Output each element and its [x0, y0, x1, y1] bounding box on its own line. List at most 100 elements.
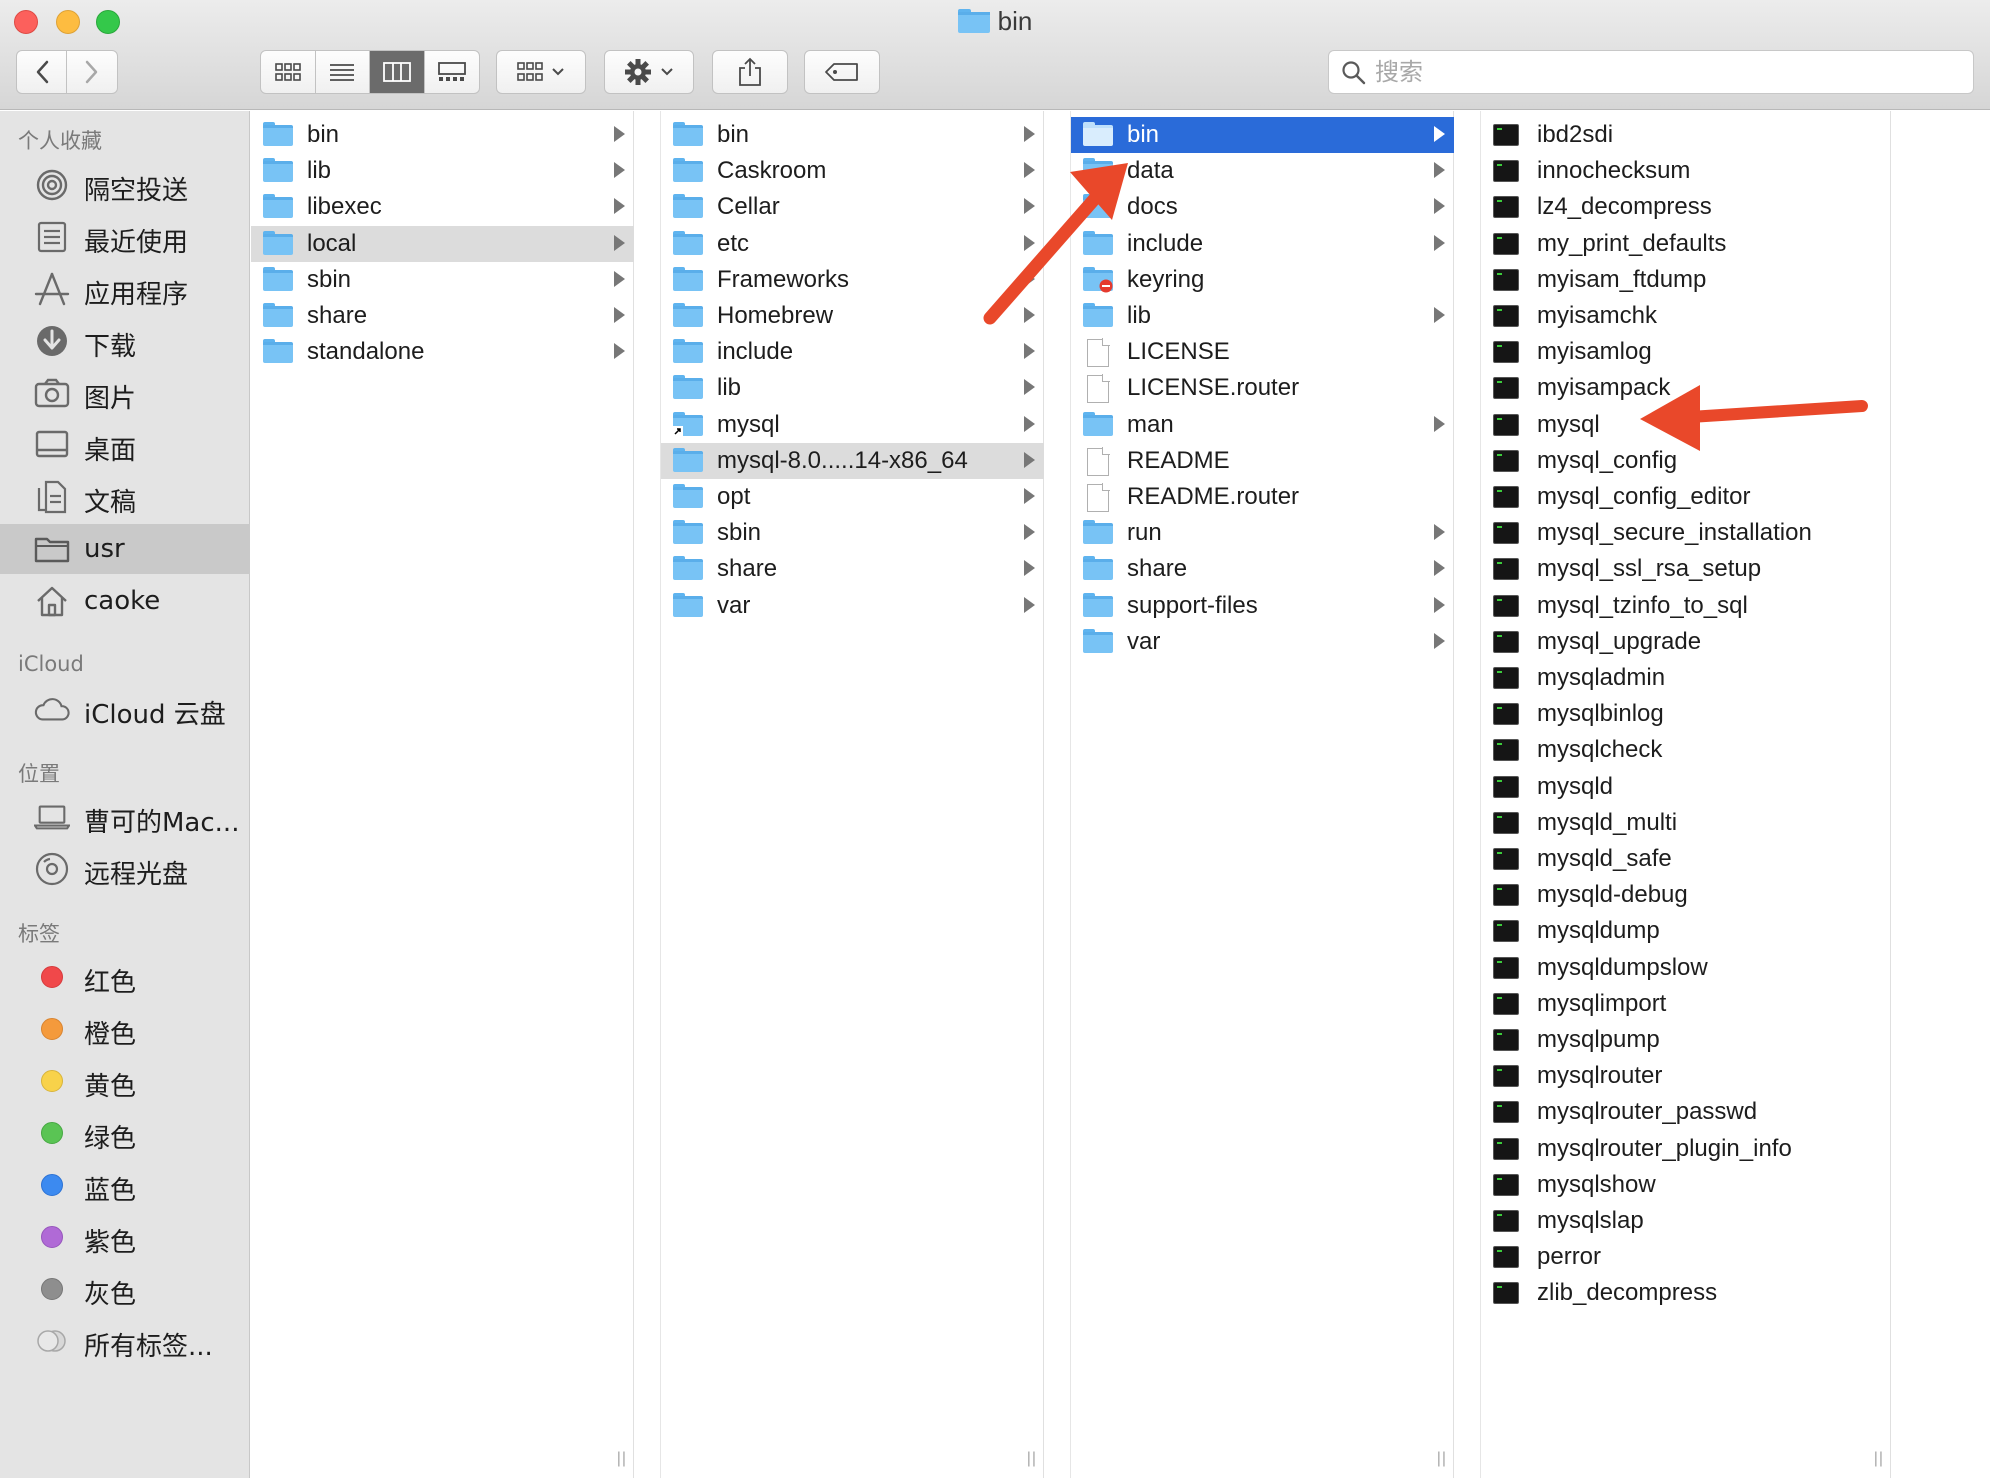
file-row[interactable]: bin [661, 117, 1044, 153]
sidebar-tag-blue[interactable]: 蓝色 [0, 1160, 250, 1210]
file-row[interactable]: Cellar [661, 189, 1044, 225]
file-row[interactable]: myisampack [1481, 370, 1891, 406]
file-row[interactable]: mysqld_safe [1481, 841, 1891, 877]
file-row[interactable]: bin [1071, 117, 1454, 153]
file-row[interactable]: mysqlrouter_passwd [1481, 1094, 1891, 1130]
file-row[interactable]: mysql-8.0.....14-x86_64 [661, 443, 1044, 479]
file-row[interactable]: lib [661, 370, 1044, 406]
file-row[interactable]: mysql [1481, 407, 1891, 443]
file-row[interactable]: standalone [251, 334, 634, 370]
file-row[interactable]: my_print_defaults [1481, 226, 1891, 262]
file-row[interactable]: lib [1071, 298, 1454, 334]
column-local[interactable]: bin Caskroom Cellar etc Frameworks Homebrew in… [661, 111, 1044, 1478]
column-bin[interactable]: ibd2sdi innochecksum lz4_decompress my_prin… [1481, 111, 1891, 1478]
file-row[interactable]: README [1071, 443, 1454, 479]
column-resize-handle[interactable]: || [1027, 1450, 1037, 1468]
file-row[interactable]: Caskroom [661, 153, 1044, 189]
file-row[interactable]: Homebrew [661, 298, 1044, 334]
file-row[interactable]: innochecksum [1481, 153, 1891, 189]
sidebar-item-desktop[interactable]: 桌面 [0, 420, 250, 470]
file-row[interactable]: keyring [1071, 262, 1454, 298]
column-resize-handle[interactable]: || [1437, 1450, 1447, 1468]
file-row[interactable]: mysql_config [1481, 443, 1891, 479]
column-resize-handle[interactable]: || [1874, 1450, 1884, 1468]
file-row[interactable]: mysqlbinlog [1481, 696, 1891, 732]
file-row[interactable]: myisamlog [1481, 334, 1891, 370]
sidebar-item-usr[interactable]: usr [0, 524, 250, 574]
file-row[interactable]: mysqlshow [1481, 1167, 1891, 1203]
file-row[interactable]: bin [251, 117, 634, 153]
file-row[interactable]: man [1071, 407, 1454, 443]
sidebar-all-tags[interactable]: 所有标签... [0, 1316, 250, 1366]
file-row[interactable]: mysqld [1481, 769, 1891, 805]
file-row[interactable]: local [251, 226, 634, 262]
file-row[interactable]: mysqldumpslow [1481, 950, 1891, 986]
group-by-button[interactable] [496, 50, 586, 94]
file-row[interactable]: var [1071, 624, 1454, 660]
file-row[interactable]: perror [1481, 1239, 1891, 1275]
sidebar-tag-red[interactable]: 红色 [0, 952, 250, 1002]
file-row[interactable]: lz4_decompress [1481, 189, 1891, 225]
sidebar-tag-orange[interactable]: 橙色 [0, 1004, 250, 1054]
file-row[interactable]: mysqlslap [1481, 1203, 1891, 1239]
gallery-view-button[interactable] [425, 51, 480, 93]
file-row[interactable]: mysql_config_editor [1481, 479, 1891, 515]
file-row[interactable]: opt [661, 479, 1044, 515]
sidebar-tag-purple[interactable]: 紫色 [0, 1212, 250, 1262]
column-resize-handle[interactable]: || [617, 1450, 627, 1468]
action-menu-button[interactable] [604, 50, 694, 94]
file-row[interactable]: LICENSE.router [1071, 370, 1454, 406]
file-row[interactable]: sbin [251, 262, 634, 298]
sidebar-tag-gray[interactable]: 灰色 [0, 1264, 250, 1314]
file-row[interactable]: mysqlrouter_plugin_info [1481, 1131, 1891, 1167]
file-row[interactable]: Frameworks [661, 262, 1044, 298]
file-row[interactable]: myisam_ftdump [1481, 262, 1891, 298]
search-input[interactable] [1375, 57, 1955, 87]
file-row[interactable]: mysqlpump [1481, 1022, 1891, 1058]
sidebar-item-downloads[interactable]: 下载 [0, 316, 250, 366]
search-field[interactable] [1328, 50, 1974, 94]
file-row[interactable]: mysql [661, 407, 1044, 443]
column-usr[interactable]: bin lib libexec local sbin share standalone || [251, 111, 634, 1478]
sidebar-item-home[interactable]: caoke [0, 576, 250, 626]
file-row[interactable]: mysqlrouter [1481, 1058, 1891, 1094]
back-button[interactable] [17, 51, 68, 93]
file-row[interactable]: etc [661, 226, 1044, 262]
file-row[interactable]: share [251, 298, 634, 334]
file-row[interactable]: zlib_decompress [1481, 1275, 1891, 1311]
column-mysql[interactable]: bin data docs include keyring lib LICENSE LICEN… [1071, 111, 1454, 1478]
file-row[interactable]: mysqld-debug [1481, 877, 1891, 913]
file-row[interactable]: ibd2sdi [1481, 117, 1891, 153]
share-button[interactable] [712, 50, 788, 94]
sidebar-item-recents[interactable]: 最近使用 [0, 212, 250, 262]
file-row[interactable]: README.router [1071, 479, 1454, 515]
edit-tags-button[interactable] [804, 50, 880, 94]
file-row[interactable]: mysql_ssl_rsa_setup [1481, 551, 1891, 587]
file-row[interactable]: share [661, 551, 1044, 587]
file-row[interactable]: var [661, 588, 1044, 624]
file-row[interactable]: docs [1071, 189, 1454, 225]
sidebar-item-airdrop[interactable]: 隔空投送 [0, 160, 250, 210]
file-row[interactable]: mysqlimport [1481, 986, 1891, 1022]
sidebar-item-pictures[interactable]: 图片 [0, 368, 250, 418]
file-row[interactable]: data [1071, 153, 1454, 189]
file-row[interactable]: myisamchk [1481, 298, 1891, 334]
file-row[interactable]: mysqlcheck [1481, 732, 1891, 768]
file-row[interactable]: LICENSE [1071, 334, 1454, 370]
file-row[interactable]: libexec [251, 189, 634, 225]
file-row[interactable]: include [661, 334, 1044, 370]
file-row[interactable]: include [1071, 226, 1454, 262]
sidebar-item-applications[interactable]: 应用程序 [0, 264, 250, 314]
sidebar-item-icloud-drive[interactable]: iCloud 云盘 [0, 684, 250, 734]
file-row[interactable]: mysqldump [1481, 913, 1891, 949]
sidebar-tag-yellow[interactable]: 黄色 [0, 1056, 250, 1106]
sidebar-item-documents[interactable]: 文稿 [0, 472, 250, 522]
file-row[interactable]: support-files [1071, 588, 1454, 624]
list-view-button[interactable] [316, 51, 370, 93]
forward-button[interactable] [67, 51, 117, 93]
file-row[interactable]: sbin [661, 515, 1044, 551]
icon-view-button[interactable] [261, 51, 316, 93]
sidebar-item-this-mac[interactable]: 曹可的Mac... [0, 792, 250, 842]
file-row[interactable]: mysql_secure_installation [1481, 515, 1891, 551]
file-row[interactable]: run [1071, 515, 1454, 551]
